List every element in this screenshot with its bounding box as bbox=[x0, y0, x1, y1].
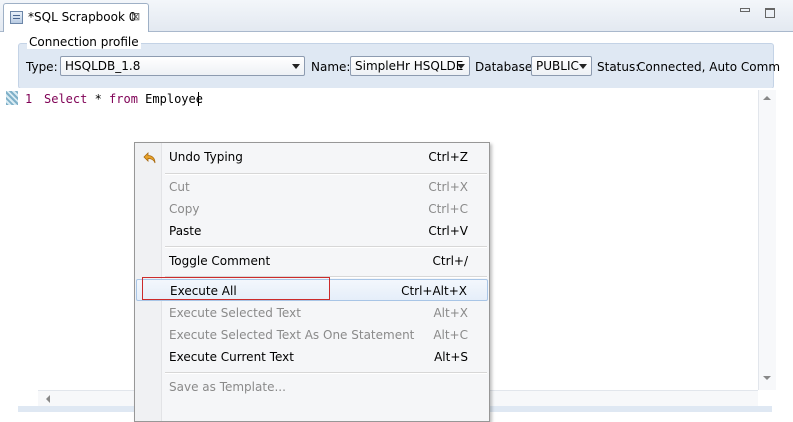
menu-item-copy[interactable]: Copy Ctrl+C bbox=[136, 198, 488, 220]
scroll-left-icon[interactable] bbox=[46, 395, 50, 403]
menu-item-undo-typing[interactable]: Undo Typing Ctrl+Z bbox=[136, 146, 488, 168]
menu-label: Execute Current Text bbox=[169, 350, 294, 364]
text-caret bbox=[198, 92, 199, 106]
type-select[interactable]: HSQLDB_1.8 bbox=[60, 56, 305, 76]
menu-item-paste[interactable]: Paste Ctrl+V bbox=[136, 220, 488, 242]
undo-icon bbox=[143, 152, 156, 164]
menu-shortcut: Ctrl+Z bbox=[428, 150, 468, 164]
menu-item-toggle-comment[interactable]: Toggle Comment Ctrl+/ bbox=[136, 250, 488, 272]
connection-profile-legend: Connection profile bbox=[27, 35, 141, 49]
database-select[interactable]: PUBLIC bbox=[531, 56, 592, 76]
menu-label: Paste bbox=[169, 224, 202, 238]
maximize-icon[interactable] bbox=[765, 8, 775, 18]
menu-item-execute-selected-one-statement[interactable]: Execute Selected Text As One Statement A… bbox=[136, 324, 488, 346]
scroll-down-icon[interactable] bbox=[763, 376, 771, 380]
chevron-down-icon bbox=[292, 64, 300, 69]
menu-item-execute-current-text[interactable]: Execute Current Text Alt+S bbox=[136, 346, 488, 368]
status-label: Status: bbox=[597, 60, 640, 74]
name-label: Name: bbox=[311, 60, 351, 74]
name-select-value: SimpleHr HSQLDE bbox=[355, 59, 464, 73]
menu-shortcut: Ctrl+C bbox=[428, 202, 468, 216]
menu-separator bbox=[165, 246, 487, 248]
line-number: 1 bbox=[25, 92, 33, 106]
sql-keyword-from: from bbox=[109, 92, 138, 106]
menu-shortcut: Alt+S bbox=[434, 350, 468, 364]
menu-shortcut: Ctrl+/ bbox=[432, 254, 468, 268]
tab-title: *SQL Scrapbook 0 bbox=[28, 10, 137, 24]
menu-separator bbox=[165, 173, 487, 175]
menu-item-save-as-template[interactable]: Save as Template... bbox=[136, 376, 488, 398]
database-select-value: PUBLIC bbox=[536, 59, 579, 73]
menu-shortcut: Ctrl+Alt+X bbox=[401, 284, 467, 298]
menu-shortcut: Alt+C bbox=[433, 328, 468, 342]
chevron-down-icon bbox=[579, 64, 587, 69]
menu-label: Execute Selected Text As One Statement bbox=[169, 328, 415, 342]
menu-item-cut[interactable]: Cut Ctrl+X bbox=[136, 176, 488, 198]
menu-label: Save as Template... bbox=[169, 380, 286, 394]
ruler-marker bbox=[6, 91, 18, 105]
menu-shortcut: Alt+X bbox=[433, 306, 468, 320]
menu-separator bbox=[165, 372, 487, 374]
menu-shortcut: Ctrl+V bbox=[428, 224, 468, 238]
sql-code-line[interactable]: Select * from Employee bbox=[44, 92, 203, 106]
menu-item-execute-selected-text[interactable]: Execute Selected Text Alt+X bbox=[136, 302, 488, 324]
type-select-value: HSQLDB_1.8 bbox=[65, 59, 141, 73]
name-select[interactable]: SimpleHr HSQLDE bbox=[350, 56, 470, 76]
minimize-icon[interactable] bbox=[740, 8, 750, 12]
sql-file-icon bbox=[10, 11, 23, 24]
close-icon[interactable]: ⊠ bbox=[131, 10, 140, 23]
vertical-scrollbar[interactable] bbox=[758, 90, 776, 390]
menu-shortcut: Ctrl+X bbox=[428, 180, 468, 194]
menu-label: Copy bbox=[169, 202, 200, 216]
type-label: Type: bbox=[26, 60, 58, 74]
menu-label: Undo Typing bbox=[169, 150, 243, 164]
menu-label: Cut bbox=[169, 180, 190, 194]
status-value: Connected, Auto Comm bbox=[637, 60, 781, 74]
menu-label: Execute Selected Text bbox=[169, 306, 301, 320]
sql-text: * bbox=[87, 92, 110, 106]
sql-table-name: Employee bbox=[137, 92, 203, 106]
tab-sql-scrapbook[interactable]: *SQL Scrapbook 0 ⊠ bbox=[3, 3, 149, 32]
highlight-annotation-box bbox=[142, 277, 330, 300]
scroll-up-icon[interactable] bbox=[763, 96, 771, 100]
database-label: Database: bbox=[475, 60, 537, 74]
menu-label: Toggle Comment bbox=[169, 254, 271, 268]
chevron-down-icon bbox=[457, 64, 465, 69]
sql-keyword-select: Select bbox=[44, 92, 88, 106]
